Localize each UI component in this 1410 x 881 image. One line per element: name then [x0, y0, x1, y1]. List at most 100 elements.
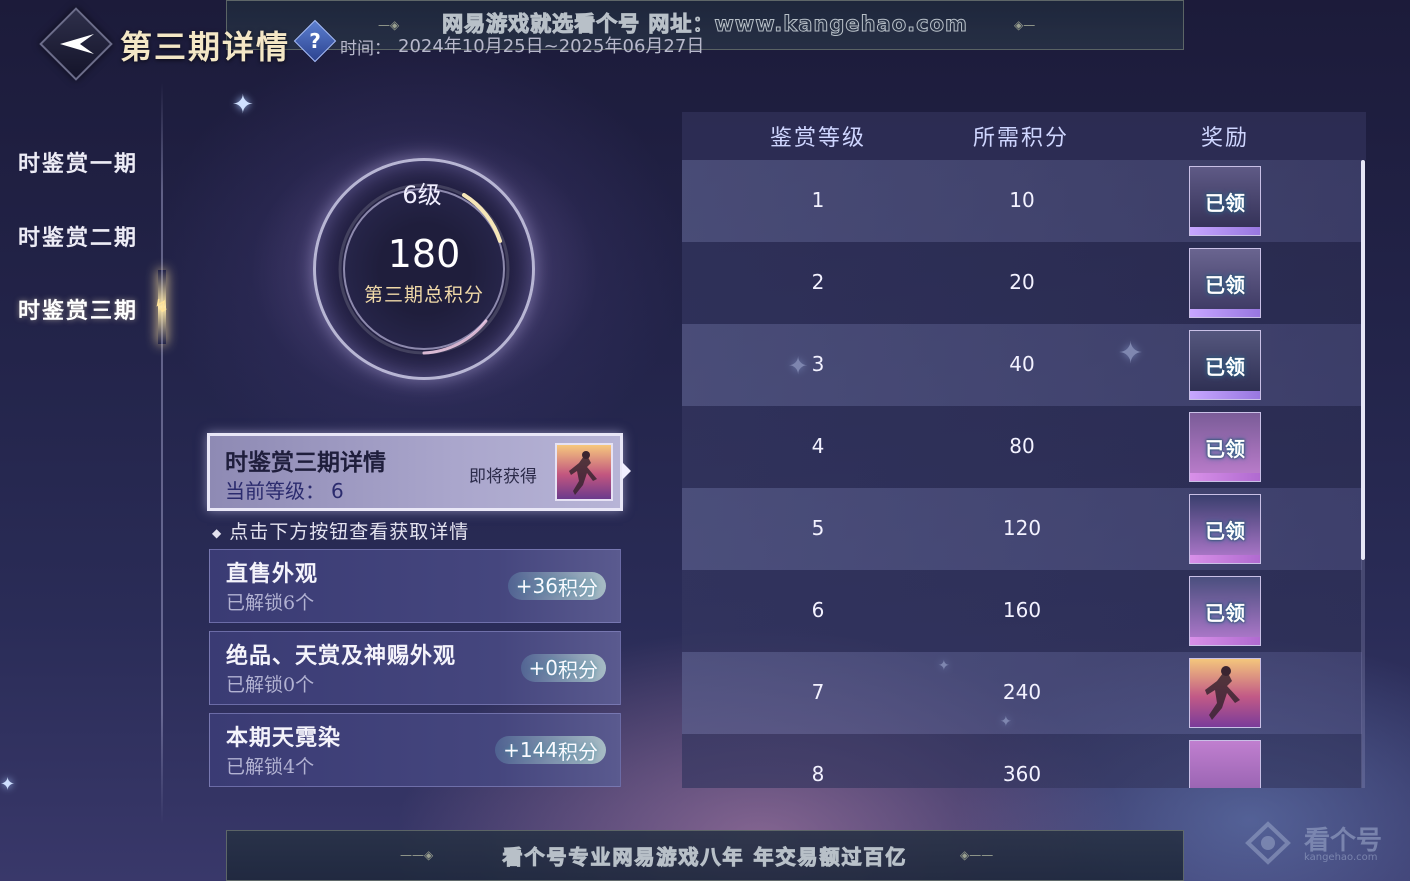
reward-bar	[1190, 473, 1260, 481]
table-row: 5 120 已领	[682, 488, 1362, 570]
table-row: 4 80 已领	[682, 406, 1362, 488]
category-name: 本期天霓染	[226, 725, 342, 751]
detail-card-level: 当前等级： 6	[225, 475, 344, 504]
category-unlocked: 已解锁6个	[226, 592, 315, 614]
scrollbar-thumb[interactable]	[1361, 160, 1365, 560]
category-premium-outfits[interactable]: 绝品、天赏及神赐外观 已解锁0个 +0 积分	[209, 631, 621, 705]
time-range: 2024年10月25日~2025年06月27日	[398, 36, 705, 57]
table-row: 8 360	[682, 734, 1362, 788]
category-dye[interactable]: 本期天霓染 已解锁4个 +144 积分	[209, 713, 621, 787]
next-reward-thumbnail[interactable]	[555, 443, 613, 501]
row-level: 7	[811, 680, 825, 704]
row-points: 10	[1009, 188, 1035, 212]
row-level: 4	[811, 434, 825, 458]
sidebar-divider	[161, 82, 163, 824]
reward-icon[interactable]: 已领	[1189, 330, 1261, 400]
category-direct-sale[interactable]: 直售外观 已解锁6个 +36 积分	[209, 549, 621, 623]
points-unit: 积分	[558, 739, 598, 764]
reward-table: 鉴赏等级 所需积分 奖励 1 10 已领 2 20 已领 3 40 已领 4 8…	[682, 112, 1366, 788]
current-level: 6级	[402, 181, 442, 209]
table-row: 2 20 已领	[682, 242, 1362, 324]
hint-text: ◆ 点击下方按钮查看获取详情	[212, 517, 469, 544]
reward-bar	[1190, 637, 1260, 645]
reward-bar	[1190, 391, 1260, 399]
table-row: 1 10 已领	[682, 160, 1362, 242]
detail-card-title: 时鉴赏三期详情	[225, 449, 386, 476]
claimed-label: 已领	[1205, 437, 1245, 461]
row-points: 160	[1002, 598, 1042, 622]
header-reward: 奖励	[1200, 126, 1249, 151]
category-name: 绝品、天赏及神赐外观	[226, 643, 457, 669]
points-value: +0	[528, 656, 558, 680]
reward-bar	[1190, 555, 1260, 563]
question-icon[interactable]: ?	[300, 26, 330, 56]
reward-icon[interactable]: 已领	[1189, 494, 1261, 564]
row-level: 6	[811, 598, 825, 622]
sidebar-item-period-1[interactable]: 时鉴赏一期	[18, 146, 138, 178]
points-value: +36	[515, 574, 558, 598]
reward-icon[interactable]	[1189, 740, 1261, 788]
bottom-watermark-banner: 看个号专业网易游戏八年 年交易额过百亿	[226, 830, 1184, 881]
row-level: 2	[811, 270, 825, 294]
coming-soon-label: 即将获得	[469, 467, 537, 487]
category-points-badge: +144 积分	[495, 736, 606, 764]
claimed-label: 已领	[1205, 519, 1245, 543]
row-points: 20	[1009, 270, 1035, 294]
row-points: 360	[1002, 762, 1042, 786]
sparkle-decoration: ✦	[232, 90, 254, 120]
header-level: 鉴赏等级	[769, 126, 866, 151]
row-level: 5	[811, 516, 825, 540]
points-unit: 积分	[558, 657, 598, 682]
row-points: 40	[1009, 352, 1035, 376]
category-unlocked: 已解锁4个	[226, 756, 315, 778]
ornament-icon: —◈	[378, 18, 400, 32]
claimed-label: 已领	[1205, 191, 1245, 215]
claimed-label: 已领	[1205, 273, 1245, 297]
page-title: 第三期详情	[120, 28, 291, 66]
bullet-diamond-icon: ◆	[212, 526, 223, 540]
reward-icon[interactable]	[1189, 658, 1261, 728]
row-points: 240	[1002, 680, 1042, 704]
ornament-icon: ◈—	[1014, 18, 1036, 32]
sidebar-item-period-3[interactable]: 时鉴赏三期	[18, 293, 138, 325]
warrior-figure-icon	[1205, 666, 1240, 720]
reward-bar	[1190, 227, 1260, 235]
points-unit: 积分	[558, 575, 598, 600]
header-points: 所需积分	[972, 126, 1069, 151]
reward-icon[interactable]: 已领	[1189, 166, 1261, 236]
active-marker-icon: ↯	[154, 296, 170, 317]
ornament-icon: ◈——	[960, 848, 994, 862]
warrior-figure-icon	[569, 451, 597, 495]
row-points: 120	[1002, 516, 1042, 540]
claimed-label: 已领	[1205, 355, 1245, 379]
category-points-badge: +36 积分	[507, 572, 606, 600]
bottom-watermark-text: 看个号专业网易游戏八年 年交易额过百亿	[502, 845, 908, 870]
hint-label: 点击下方按钮查看获取详情	[229, 521, 470, 543]
reward-icon[interactable]: 已领	[1189, 248, 1261, 318]
sidebar-item-period-2[interactable]: 时鉴赏二期	[18, 220, 138, 252]
reward-icon[interactable]: 已领	[1189, 412, 1261, 482]
scrollbar-track[interactable]	[1361, 560, 1365, 788]
level-value: 6	[331, 479, 344, 503]
row-points: 80	[1009, 434, 1035, 458]
card-pointer-icon	[622, 462, 631, 480]
reward-icon[interactable]: 已领	[1189, 576, 1261, 646]
row-level: 1	[811, 188, 825, 212]
ornament-icon: ——◈	[400, 848, 434, 862]
points-value: +144	[503, 738, 558, 762]
claimed-label: 已领	[1205, 601, 1245, 625]
back-arrow-icon	[60, 34, 94, 54]
row-level: 8	[811, 762, 825, 786]
reward-bar	[1190, 309, 1260, 317]
level-label: 当前等级：	[225, 479, 325, 503]
sparkle-decoration: ✦	[0, 774, 16, 795]
category-unlocked: 已解锁0个	[226, 674, 315, 696]
table-row: 3 40 已领	[682, 324, 1362, 406]
table-header: 鉴赏等级 所需积分 奖励	[682, 112, 1366, 160]
total-score: 180	[387, 232, 461, 276]
row-level: 3	[811, 352, 825, 376]
table-row: 6 160 已领	[682, 570, 1362, 652]
category-name: 直售外观	[226, 561, 319, 587]
watermark-logo-url: kangehao.com	[1304, 852, 1378, 863]
time-label: 时间：	[340, 39, 391, 59]
